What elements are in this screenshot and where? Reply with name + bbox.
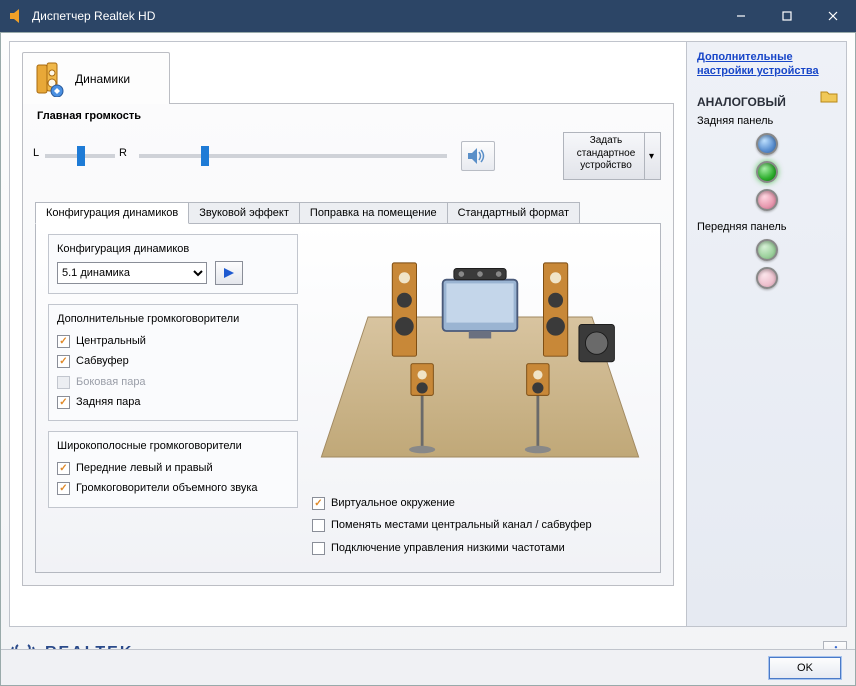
speaker-config-label: Конфигурация динамиков: [57, 243, 289, 255]
device-tab-label: Динамики: [75, 72, 130, 86]
speaker-config-group: Конфигурация динамиков 5.1 динамика: [48, 234, 298, 294]
speaker-config-select[interactable]: 5.1 динамика: [57, 262, 207, 284]
checkbox: [57, 376, 70, 389]
optional-speaker-3[interactable]: Задняя пара: [57, 392, 289, 412]
titlebar: Диспетчер Realtek HD: [0, 0, 856, 32]
window-title: Диспетчер Realtek HD: [32, 9, 718, 23]
play-test-button[interactable]: [215, 261, 243, 285]
env-option-1[interactable]: Поменять местами центральный канал / саб…: [312, 514, 648, 536]
config-tab-1[interactable]: Звуковой эффект: [188, 202, 300, 223]
device-tab-speakers[interactable]: Динамики: [22, 52, 170, 104]
fullrange-speaker-1[interactable]: Громкоговорители объемного звука: [57, 478, 289, 498]
config-tab-0[interactable]: Конфигурация динамиков: [35, 202, 189, 224]
volume-slider[interactable]: [139, 143, 447, 169]
front-panel-label: Передняя панель: [697, 221, 836, 233]
close-button[interactable]: [810, 0, 856, 32]
checkbox[interactable]: [312, 497, 325, 510]
balance-slider[interactable]: L R: [35, 143, 125, 169]
set-default-device-button[interactable]: Задать стандартное устройство ▾: [563, 132, 661, 180]
folder-icon[interactable]: [820, 89, 838, 103]
checkbox[interactable]: [57, 396, 70, 409]
jack-front-green[interactable]: [756, 239, 778, 261]
fullrange-speaker-0[interactable]: Передние левый и правый: [57, 458, 289, 478]
checkbox[interactable]: [57, 335, 70, 348]
optional-speaker-1[interactable]: Сабвуфер: [57, 351, 289, 371]
rear-panel-label: Задняя панель: [697, 115, 836, 127]
checkbox[interactable]: [57, 462, 70, 475]
jack-rear-green[interactable]: [756, 161, 778, 183]
checkbox[interactable]: [57, 355, 70, 368]
analog-section-header: АНАЛОГОВЫЙ: [697, 95, 836, 109]
speaker-layout-diagram: [312, 234, 648, 484]
optional-speakers-group: Дополнительные громкоговорители Централь…: [48, 304, 298, 421]
checkbox[interactable]: [57, 482, 70, 495]
optional-speaker-0[interactable]: Центральный: [57, 331, 289, 351]
mute-button[interactable]: [461, 141, 495, 171]
main-volume-label: Главная громкость: [37, 110, 141, 122]
chevron-down-icon: ▾: [644, 133, 658, 179]
minimize-button[interactable]: [718, 0, 764, 32]
env-option-0[interactable]: Виртуальное окружение: [312, 492, 648, 514]
advanced-settings-link[interactable]: Дополнительные настройки устройства: [697, 50, 836, 79]
balance-right-letter: R: [119, 147, 127, 159]
ok-button[interactable]: OK: [769, 657, 841, 679]
fullrange-speakers-group: Широкополосные громкоговорители Передние…: [48, 431, 298, 508]
checkbox[interactable]: [312, 519, 325, 532]
config-tab-3[interactable]: Стандартный формат: [447, 202, 580, 223]
app-icon: [8, 8, 24, 24]
jack-rear-blue[interactable]: [756, 133, 778, 155]
maximize-button[interactable]: [764, 0, 810, 32]
speakers-icon: [31, 61, 67, 97]
jack-rear-pink[interactable]: [756, 189, 778, 211]
optional-speaker-2: Боковая пара: [57, 372, 289, 392]
balance-left-letter: L: [33, 147, 39, 159]
jack-front-pink[interactable]: [756, 267, 778, 289]
env-option-2[interactable]: Подключение управления низкими частотами: [312, 537, 648, 559]
checkbox[interactable]: [312, 542, 325, 555]
config-tab-2[interactable]: Поправка на помещение: [299, 202, 448, 223]
